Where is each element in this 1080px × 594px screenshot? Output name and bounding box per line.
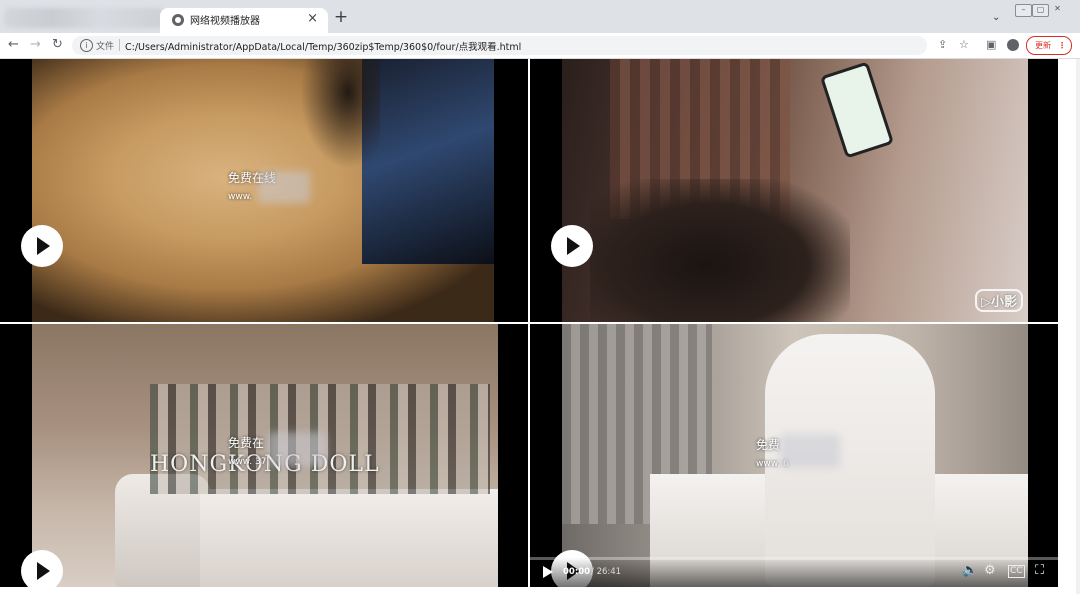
total-time: / 26:41 xyxy=(591,567,622,577)
blurred-text xyxy=(780,434,840,468)
page-scrollbar[interactable] xyxy=(1076,59,1080,594)
maximize-button[interactable]: ▢ xyxy=(1032,4,1049,17)
update-label: 更新 xyxy=(1035,41,1051,50)
video-player-4[interactable]: 免费 www. 6 00:00 / 26:41 🔈 ⚙ CC ⛶ xyxy=(530,324,1058,587)
share-icon[interactable]: ⇪ xyxy=(938,38,947,52)
video-controls: 00:00 / 26:41 🔈 ⚙ CC ⛶ xyxy=(530,557,1058,587)
video-overlay-url: www. 37 xyxy=(228,457,267,467)
info-icon[interactable]: i xyxy=(80,39,93,52)
video-overlay-url: www. xyxy=(228,192,253,202)
browser-toolbar: ← → ↻ i 文件 C:/Users/Administrator/AppDat… xyxy=(0,33,1080,59)
settings-gear-icon[interactable]: ⚙ xyxy=(984,563,996,579)
minimize-button[interactable]: – xyxy=(1015,4,1032,17)
video-frame-hair xyxy=(300,59,380,169)
close-tab-icon[interactable]: × xyxy=(307,11,318,26)
forward-icon[interactable]: → xyxy=(30,37,41,53)
video-frame-sink xyxy=(200,489,498,587)
video-frame-person xyxy=(590,179,850,322)
tab-title: 网络视频播放器 xyxy=(190,16,260,27)
play-button[interactable] xyxy=(21,550,63,587)
close-window-button[interactable]: ✕ xyxy=(1050,4,1065,15)
update-button[interactable]: 更新 ⋮ xyxy=(1026,36,1072,55)
reload-icon[interactable]: ↻ xyxy=(52,37,63,53)
video-overlay-title: 免费在 xyxy=(228,436,265,450)
play-button[interactable] xyxy=(551,225,593,267)
url-divider xyxy=(119,39,120,51)
volume-icon[interactable]: 🔈 xyxy=(962,563,978,579)
address-bar[interactable]: i 文件 C:/Users/Administrator/AppData/Loca… xyxy=(72,36,927,55)
video-overlay-title: 免费 xyxy=(756,438,781,452)
blurred-text xyxy=(268,432,326,466)
fullscreen-icon[interactable]: ⛶ xyxy=(1035,563,1044,579)
profile-avatar[interactable] xyxy=(1007,39,1019,51)
menu-dots-icon: ⋮ xyxy=(1058,41,1066,50)
new-tab-button[interactable]: + xyxy=(333,9,349,26)
current-time: 00:00 xyxy=(563,567,591,577)
blurred-tab[interactable] xyxy=(4,8,164,28)
watermark-logo: ▷小影 xyxy=(975,289,1023,312)
globe-icon xyxy=(172,14,184,26)
file-scheme-label: 文件 xyxy=(96,42,115,52)
video-player-3[interactable]: HONGKONG DOLL 免费在 www. 37 xyxy=(0,324,528,587)
browser-tab-strip: 网络视频播放器 × + ⌄ – ▢ ✕ xyxy=(0,0,1080,33)
video-frame-background xyxy=(362,59,494,264)
video-player-2[interactable]: ▷小影 xyxy=(530,59,1058,322)
page-content: 免费在线 www. ▷小影 HONGKONG DOLL 免费在 www. 37 … xyxy=(0,59,1080,594)
play-icon[interactable] xyxy=(543,566,553,578)
side-panel-icon[interactable]: ▣ xyxy=(986,38,996,52)
play-button[interactable] xyxy=(21,225,63,267)
video-player-1[interactable]: 免费在线 www. xyxy=(0,59,528,322)
tab-search-icon[interactable]: ⌄ xyxy=(992,12,1000,23)
blurred-text xyxy=(258,171,310,203)
captions-icon[interactable]: CC xyxy=(1008,565,1025,578)
url-text[interactable]: C:/Users/Administrator/AppData/Local/Tem… xyxy=(125,39,521,53)
progress-bar[interactable] xyxy=(530,557,1058,560)
tab-active[interactable]: 网络视频播放器 × xyxy=(160,8,328,33)
bookmark-star-icon[interactable]: ☆ xyxy=(959,38,969,52)
back-icon[interactable]: ← xyxy=(8,37,19,53)
